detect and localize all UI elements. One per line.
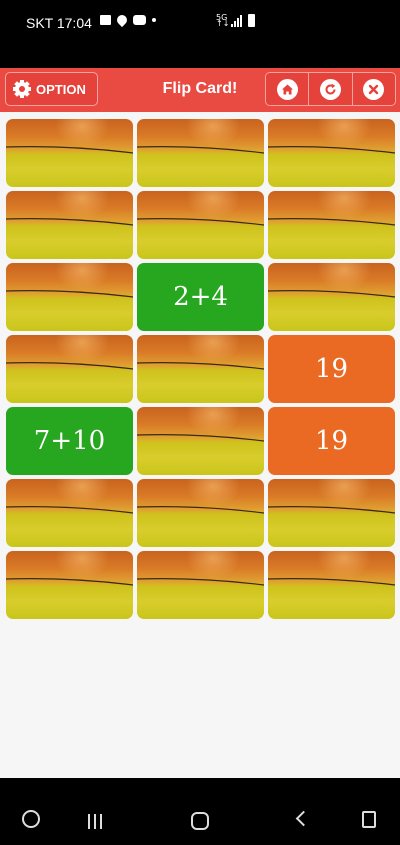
card-back-pattern [137, 506, 264, 514]
card-back[interactable] [137, 335, 264, 403]
card-back-pattern [6, 362, 133, 370]
status-icons-left [100, 12, 156, 28]
card-text: 2+4 [173, 282, 228, 312]
card-back-pattern [6, 578, 133, 586]
card-face[interactable]: 7+10 [6, 407, 133, 475]
card-back-pattern [6, 506, 133, 514]
card-back[interactable] [6, 335, 133, 403]
home-button[interactable] [266, 73, 310, 105]
card-back[interactable] [268, 479, 395, 547]
card-back[interactable] [137, 191, 264, 259]
top-bar: OPTION Flip Card! [0, 68, 400, 112]
card-back-pattern [6, 218, 133, 226]
option-button[interactable]: OPTION [5, 72, 98, 106]
app-screen: OPTION Flip Card! 2+4 19 7+10 19 [0, 68, 400, 778]
page-title: Flip Card! [162, 80, 238, 97]
card-back-pattern [137, 578, 264, 586]
card-back[interactable] [6, 479, 133, 547]
image-icon [100, 15, 111, 25]
status-time: SKT 17:04 [26, 15, 92, 31]
signal-icon [231, 14, 243, 27]
card-face[interactable]: 19 [268, 335, 395, 403]
card-back[interactable] [6, 551, 133, 619]
card-face[interactable]: 19 [268, 407, 395, 475]
card-back-pattern [137, 434, 264, 442]
card-back-pattern [137, 146, 264, 154]
card-back[interactable] [268, 191, 395, 259]
card-face[interactable]: 2+4 [137, 263, 264, 331]
gear-icon [13, 80, 31, 98]
pin-icon [114, 12, 130, 28]
card-text: 19 [314, 354, 349, 384]
home-icon [276, 78, 298, 100]
card-grid: 2+4 19 7+10 19 [6, 119, 395, 619]
card-text: 19 [314, 426, 349, 456]
card-back[interactable] [137, 551, 264, 619]
card-back[interactable] [6, 263, 133, 331]
status-bar: SKT 17:04 5G ↑↓ [0, 0, 400, 68]
card-text: 7+10 [33, 426, 106, 456]
card-back-pattern [6, 146, 133, 154]
card-back[interactable] [268, 263, 395, 331]
data-5g-icon: 5G ↑↓ [216, 12, 230, 28]
card-back-pattern [137, 218, 264, 226]
card-back-pattern [268, 578, 395, 586]
card-back[interactable] [268, 551, 395, 619]
card-back[interactable] [6, 191, 133, 259]
card-back-pattern [268, 290, 395, 298]
option-label: OPTION [36, 81, 86, 97]
card-back[interactable] [268, 119, 395, 187]
card-back-pattern [268, 218, 395, 226]
card-back[interactable] [137, 119, 264, 187]
card-back-pattern [6, 290, 133, 298]
home-nav-icon[interactable] [191, 812, 209, 830]
close-button[interactable] [352, 73, 395, 105]
card-back[interactable] [137, 479, 264, 547]
status-icons-right: 5G ↑↓ [216, 12, 255, 28]
close-icon [363, 78, 385, 100]
battery-icon [248, 14, 255, 27]
refresh-icon [319, 78, 341, 100]
refresh-button[interactable] [309, 73, 353, 105]
screenshot-icon[interactable] [362, 811, 376, 828]
card-back[interactable] [137, 407, 264, 475]
dot-icon [152, 18, 156, 22]
control-buttons [265, 72, 396, 106]
card-back-pattern [268, 146, 395, 154]
card-back-pattern [268, 506, 395, 514]
game-icon[interactable] [22, 810, 40, 828]
card-back[interactable] [6, 119, 133, 187]
youtube-icon [133, 15, 146, 25]
recents-icon[interactable] [88, 814, 102, 829]
card-back-pattern [137, 362, 264, 370]
